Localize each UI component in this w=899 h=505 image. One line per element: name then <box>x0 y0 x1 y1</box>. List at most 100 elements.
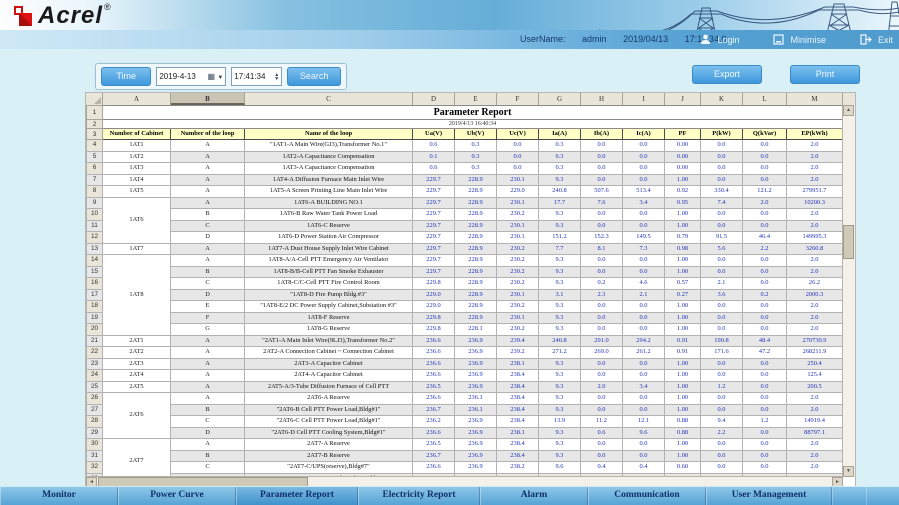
cell-value[interactable]: 0.88 <box>665 427 701 439</box>
cell-value[interactable]: 2.0 <box>787 163 843 175</box>
cell-value[interactable]: 2.0 <box>787 151 843 163</box>
cell-value[interactable]: 236.1 <box>455 393 497 405</box>
cell-value[interactable]: 279951.7 <box>787 186 843 198</box>
cell-cabinet[interactable]: 2AT4 <box>103 370 171 382</box>
cell-value[interactable]: 3260.8 <box>787 243 843 255</box>
cell-value[interactable]: 9.3 <box>539 324 581 336</box>
cell-value[interactable]: 2.0 <box>581 381 623 393</box>
cell-value[interactable]: 1.00 <box>665 209 701 221</box>
cell-value[interactable]: 0.3 <box>539 163 581 175</box>
cell-value[interactable]: 0.0 <box>743 312 787 324</box>
column-letter-M[interactable]: M <box>787 93 843 105</box>
cell-value[interactable]: 238.1 <box>497 358 539 370</box>
cell-loop[interactable]: F <box>171 312 245 324</box>
cell-cabinet[interactable]: 2AT3 <box>103 358 171 370</box>
cell-value[interactable]: 238.4 <box>497 393 539 405</box>
cell-value[interactable]: 47.2 <box>743 347 787 359</box>
cell-value[interactable]: 2.1 <box>701 278 743 290</box>
cell-value[interactable]: 190.8 <box>701 335 743 347</box>
cell-name[interactable]: 2AT2-A Connection Cabinet ~ Connection C… <box>245 347 413 359</box>
cell-value[interactable]: 7.4 <box>701 197 743 209</box>
cell-loop[interactable]: A <box>171 163 245 175</box>
cell-value[interactable]: 228.9 <box>455 209 497 221</box>
cell-value[interactable]: 230.2 <box>497 209 539 221</box>
row-number[interactable]: 26 <box>87 393 103 405</box>
cell-value[interactable]: 0.0 <box>701 163 743 175</box>
row-number[interactable]: 14 <box>87 255 103 267</box>
cell-value[interactable]: 0.95 <box>665 197 701 209</box>
cell-value[interactable]: 238.2 <box>497 462 539 474</box>
cell-value[interactable]: 0.0 <box>743 393 787 405</box>
cell-value[interactable]: 10200.3 <box>787 197 843 209</box>
cell-value[interactable]: 0.3 <box>539 151 581 163</box>
row-number[interactable]: 12 <box>87 232 103 244</box>
cell-value[interactable]: 0.0 <box>581 266 623 278</box>
cell-cabinet[interactable]: 1AT8 <box>103 255 171 336</box>
cell-loop[interactable]: E <box>171 301 245 313</box>
cell-value[interactable]: 0.0 <box>743 404 787 416</box>
cell-loop[interactable]: C <box>171 416 245 428</box>
cell-value[interactable]: 238.4 <box>497 439 539 451</box>
cell-name[interactable]: "1AT8-D Fire Pump Bldg.#3" <box>245 289 413 301</box>
cell-value[interactable]: 236.6 <box>413 393 455 405</box>
cell-value[interactable]: 230.1 <box>497 232 539 244</box>
cell-value[interactable]: 261.2 <box>623 347 665 359</box>
cell-value[interactable]: 8.1 <box>581 243 623 255</box>
row-number[interactable]: 1 <box>87 106 103 120</box>
nav-item-monitor[interactable]: Monitor <box>0 487 118 505</box>
row-number[interactable]: 31 <box>87 450 103 462</box>
cell-name[interactable]: 2AT6-A Reserve <box>245 393 413 405</box>
cell-value[interactable]: 1.00 <box>665 404 701 416</box>
cell-name[interactable]: 1AT7-A Dust House Supply Inlet Wire Cabi… <box>245 243 413 255</box>
cell-value[interactable]: 9.3 <box>539 370 581 382</box>
row-number[interactable]: 4 <box>87 140 103 152</box>
cell-value[interactable]: 0.0 <box>701 462 743 474</box>
cell-value[interactable]: 236.9 <box>455 416 497 428</box>
cell-value[interactable]: 236.9 <box>455 358 497 370</box>
cell-value[interactable]: 0.0 <box>701 370 743 382</box>
cell-value[interactable]: 13.9 <box>539 416 581 428</box>
cell-value[interactable]: 9.6 <box>623 427 665 439</box>
cell-loop[interactable]: A <box>171 393 245 405</box>
cell-value[interactable]: 1.00 <box>665 266 701 278</box>
cell-value[interactable]: 1.00 <box>665 324 701 336</box>
cell-value[interactable]: 0.0 <box>743 278 787 290</box>
cell-value[interactable]: 9.3 <box>539 312 581 324</box>
cell-loop[interactable]: C <box>171 462 245 474</box>
cell-value[interactable]: 294.2 <box>623 335 665 347</box>
cell-value[interactable]: 3.1 <box>539 289 581 301</box>
time-button[interactable]: Time <box>101 67 151 86</box>
cell-value[interactable]: 3.4 <box>623 381 665 393</box>
cell-value[interactable]: 238.4 <box>497 416 539 428</box>
cell-value[interactable]: 0.60 <box>665 462 701 474</box>
row-number[interactable]: 24 <box>87 370 103 382</box>
cell-value[interactable]: 2.0 <box>787 140 843 152</box>
cell-value[interactable]: 230.2 <box>497 301 539 313</box>
nav-item-user-management[interactable]: User Management <box>706 487 832 505</box>
cell-value[interactable]: 5.6 <box>701 243 743 255</box>
row-number[interactable]: 17 <box>87 289 103 301</box>
cell-value[interactable]: 230.2 <box>497 255 539 267</box>
cell-value[interactable]: 269.0 <box>581 347 623 359</box>
cell-value[interactable]: 0.0 <box>581 209 623 221</box>
cell-value[interactable]: 228.9 <box>455 174 497 186</box>
cell-value[interactable]: 1.00 <box>665 220 701 232</box>
exit-button[interactable]: Exit <box>860 34 893 45</box>
cell-value[interactable]: 0.0 <box>743 427 787 439</box>
cell-loop[interactable]: A <box>171 370 245 382</box>
cell-value[interactable]: 152.3 <box>581 232 623 244</box>
cell-value[interactable]: 0.0 <box>743 209 787 221</box>
cell-value[interactable]: 0.0 <box>623 312 665 324</box>
cell-value[interactable]: 230.1 <box>497 289 539 301</box>
column-letter-D[interactable]: D <box>413 93 455 105</box>
cell-value[interactable]: 0.91 <box>665 335 701 347</box>
cell-value[interactable]: 0.0 <box>701 174 743 186</box>
cell-value[interactable]: 229.8 <box>413 324 455 336</box>
cell-name[interactable]: 1AT8-A/A-Cell PTT Emergency Air Ventilat… <box>245 255 413 267</box>
nav-item-power-curve[interactable]: Power Curve <box>118 487 236 505</box>
cell-value[interactable]: 0.0 <box>497 140 539 152</box>
nav-item-electricity-report[interactable]: Electricity Report <box>358 487 480 505</box>
cell-value[interactable]: 2.0 <box>787 301 843 313</box>
scroll-down-arrow-icon[interactable]: ▼ <box>843 466 854 477</box>
cell-loop[interactable]: A <box>171 243 245 255</box>
